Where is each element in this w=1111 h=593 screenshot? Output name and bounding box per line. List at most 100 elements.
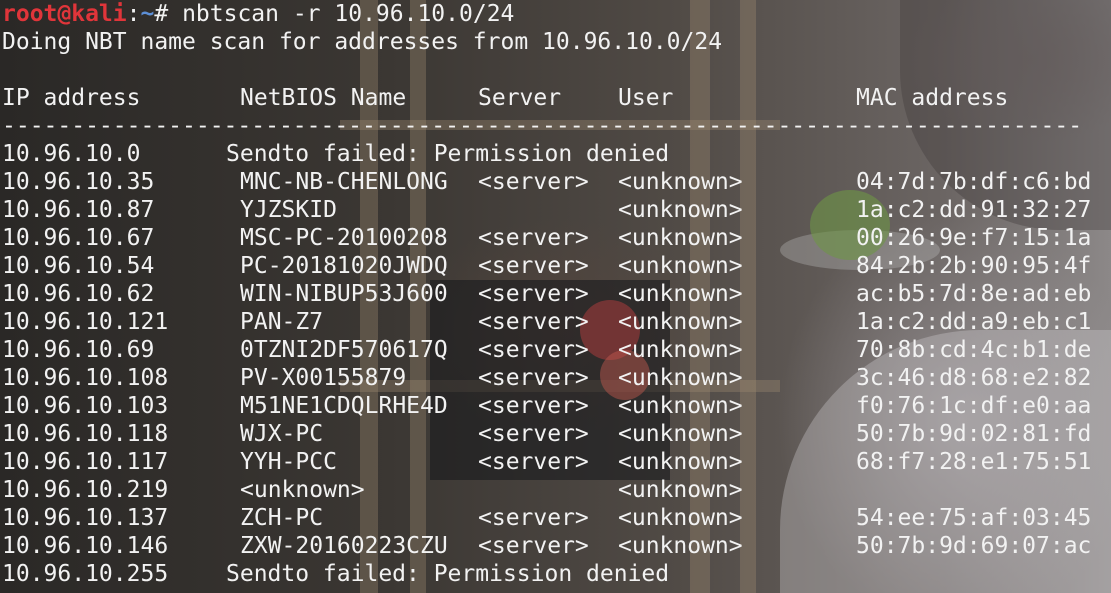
row-mac: 04:7d:7b:df:c6:bd [856, 169, 1092, 195]
row-server: <server> [478, 337, 589, 363]
row-netbios-name: PV-X00155879 [240, 365, 407, 391]
row-netbios-name: YYH-PCC [240, 449, 337, 475]
table-row: 10.96.10.118 WJX-PC <server> <unknown> 50:7b… [2, 420, 1111, 448]
table-row: 10.96.10.0 Sendto failed: Permission deni… [2, 140, 1111, 168]
row-error: Sendto failed: Permission denied [226, 561, 670, 587]
row-user: <unknown> [618, 281, 743, 307]
row-ip: 10.96.10.255 [2, 561, 169, 587]
row-user: <unknown> [618, 365, 743, 391]
table-row: 10.96.10.146 ZXW-20160223CZU <server> <unkn… [2, 532, 1111, 560]
header-server: Server [478, 85, 562, 111]
row-server: <server> [478, 281, 589, 307]
header-mac: MAC address [856, 85, 1009, 111]
row-ip: 10.96.10.108 [2, 365, 169, 391]
row-error: Sendto failed: Permission denied [226, 141, 670, 167]
table-row: 10.96.10.87 YJZSKID <unknown> 1a:c2:dd:91:3… [2, 196, 1111, 224]
table-header: IP address NetBIOS Name Server User MAC … [2, 84, 1111, 112]
row-netbios-name: WIN-NIBUP53J600 [240, 281, 448, 307]
table-separator: ----------------------------------------… [2, 113, 1083, 139]
prompt-user-host: root@kali [2, 1, 127, 27]
row-user: <unknown> [618, 169, 743, 195]
row-user: <unknown> [618, 225, 743, 251]
prompt-path: ~ [140, 1, 155, 27]
row-server: <server> [478, 421, 589, 447]
row-mac: 84:2b:2b:90:95:4f [856, 253, 1092, 279]
row-ip: 10.96.10.121 [2, 309, 169, 335]
row-mac: 3c:46:d8:68:e2:82 [856, 365, 1092, 391]
table-row: 10.96.10.69 0TZNI2DF570617Q <server> <unkno… [2, 336, 1111, 364]
row-netbios-name: MSC-PC-20100208 [240, 225, 448, 251]
row-mac: 54:ee:75:af:03:45 [856, 505, 1092, 531]
row-netbios-name: M51NE1CDQLRHE4D [240, 393, 448, 419]
table-row: 10.96.10.137 ZCH-PC <server> <unknown> 54:ee… [2, 504, 1111, 532]
row-ip: 10.96.10.219 [2, 477, 169, 503]
row-server: <server> [478, 533, 589, 559]
row-user: <unknown> [618, 421, 743, 447]
row-netbios-name: 0TZNI2DF570617Q [240, 337, 448, 363]
table-row: 10.96.10.103 M51NE1CDQLRHE4D <server> <unkn… [2, 392, 1111, 420]
table-row: 10.96.10.219 <unknown> <unknown> [2, 476, 1111, 504]
row-mac: 50:7b:9d:02:81:fd [856, 421, 1092, 447]
row-netbios-name: ZCH-PC [240, 505, 324, 531]
header-user: User [618, 85, 674, 111]
row-mac: 50:7b:9d:69:07:ac [856, 533, 1092, 559]
row-server: <server> [478, 393, 589, 419]
row-server: <server> [478, 309, 589, 335]
row-ip: 10.96.10.62 [2, 281, 155, 307]
row-netbios-name: WJX-PC [240, 421, 324, 447]
row-ip: 10.96.10.117 [2, 449, 169, 475]
row-netbios-name: YJZSKID [240, 197, 337, 223]
row-netbios-name: MNC-NB-CHENLONG [240, 169, 448, 195]
row-user: <unknown> [618, 533, 743, 559]
row-ip: 10.96.10.0 [2, 141, 141, 167]
command-line: root@kali:~# nbtscan -r 10.96.10.0/24 [2, 0, 1111, 28]
row-mac: 1a:c2:dd:a9:eb:c1 [856, 309, 1092, 335]
scan-message: Doing NBT name scan for addresses from 1… [2, 29, 723, 55]
row-user: <unknown> [618, 393, 743, 419]
table-row: 10.96.10.117 YYH-PCC <server> <unknown> 68:f… [2, 448, 1111, 476]
row-user: <unknown> [618, 505, 743, 531]
row-ip: 10.96.10.69 [2, 337, 155, 363]
header-netbios-name: NetBIOS Name [240, 85, 407, 111]
row-user: <unknown> [618, 449, 743, 475]
row-user: <unknown> [618, 477, 743, 503]
row-mac: 00:26:9e:f7:15:1a [856, 225, 1092, 251]
row-netbios-name: <unknown> [240, 477, 365, 503]
header-ip: IP address [2, 85, 141, 111]
row-server: <server> [478, 505, 589, 531]
row-user: <unknown> [618, 337, 743, 363]
row-user: <unknown> [618, 253, 743, 279]
row-ip: 10.96.10.35 [2, 169, 155, 195]
row-server: <server> [478, 253, 589, 279]
terminal-output[interactable]: root@kali:~# nbtscan -r 10.96.10.0/24 Do… [2, 0, 1111, 593]
row-netbios-name: ZXW-20160223CZU [240, 533, 448, 559]
row-ip: 10.96.10.87 [2, 197, 155, 223]
row-mac: 70:8b:cd:4c:b1:de [856, 337, 1092, 363]
prompt-separator: : [126, 1, 141, 27]
table-row: 10.96.10.67 MSC-PC-20100208 <server> <unkno… [2, 224, 1111, 252]
row-user: <unknown> [618, 197, 743, 223]
row-netbios-name: PC-20181020JWDQ [240, 253, 448, 279]
scan-results: 10.96.10.0 Sendto failed: Permission deni… [2, 140, 1111, 588]
row-ip: 10.96.10.103 [2, 393, 169, 419]
row-mac: ac:b5:7d:8e:ad:eb [856, 281, 1092, 307]
row-ip: 10.96.10.146 [2, 533, 169, 559]
prompt-symbol: # [154, 1, 169, 27]
row-user: <unknown> [618, 309, 743, 335]
table-row: 10.96.10.255 Sendto failed: Permission de… [2, 560, 1111, 588]
row-ip: 10.96.10.118 [2, 421, 169, 447]
row-mac: 1a:c2:dd:91:32:27 [856, 197, 1092, 223]
command-text: nbtscan -r 10.96.10.0/24 [182, 1, 515, 27]
row-mac: 68:f7:28:e1:75:51 [856, 449, 1092, 475]
row-server: <server> [478, 169, 589, 195]
table-row: 10.96.10.54 PC-20181020JWDQ <server> <unkno… [2, 252, 1111, 280]
row-netbios-name: PAN-Z7 [240, 309, 324, 335]
row-server: <server> [478, 365, 589, 391]
table-row: 10.96.10.35 MNC-NB-CHENLONG <server> <unkno… [2, 168, 1111, 196]
table-row: 10.96.10.62 WIN-NIBUP53J600 <server> <unkno… [2, 280, 1111, 308]
row-ip: 10.96.10.67 [2, 225, 155, 251]
table-row: 10.96.10.121 PAN-Z7 <server> <unknown> 1a:c2… [2, 308, 1111, 336]
row-server: <server> [478, 449, 589, 475]
row-mac: f0:76:1c:df:e0:aa [856, 393, 1092, 419]
